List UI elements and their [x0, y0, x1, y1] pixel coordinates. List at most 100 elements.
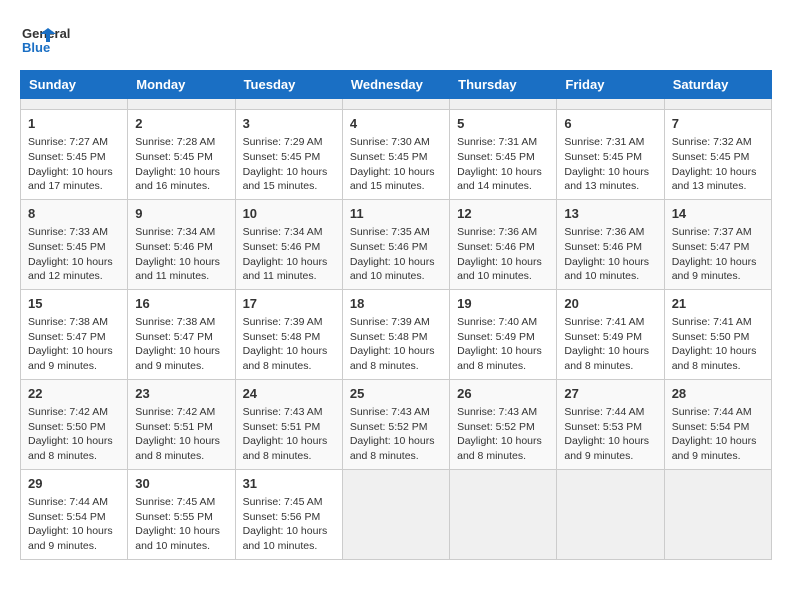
day-number: 28: [672, 385, 764, 403]
calendar-cell: [450, 469, 557, 559]
calendar-cell: 30Sunrise: 7:45 AMSunset: 5:55 PMDayligh…: [128, 469, 235, 559]
day-number: 26: [457, 385, 549, 403]
day-number: 1: [28, 115, 120, 133]
week-row-4: 22 Sunrise: 7:42 AMSunset: 5:50 PMDayligh…: [21, 379, 772, 469]
day-number: 20: [564, 295, 656, 313]
calendar-cell: 1Sunrise: 7:27 AMSunset: 5:45 PMDaylight…: [21, 110, 128, 200]
day-number: 27: [564, 385, 656, 403]
calendar-cell: 7Sunrise: 7:32 AMSunset: 5:45 PMDaylight…: [664, 110, 771, 200]
day-number: 29: [28, 475, 120, 493]
week-row-0: [21, 99, 772, 110]
week-row-1: 1Sunrise: 7:27 AMSunset: 5:45 PMDaylight…: [21, 110, 772, 200]
day-number: 17: [243, 295, 335, 313]
calendar-cell: 8Sunrise: 7:33 AMSunset: 5:45 PMDaylight…: [21, 199, 128, 289]
calendar-cell: 4Sunrise: 7:30 AMSunset: 5:45 PMDaylight…: [342, 110, 449, 200]
calendar-cell: 11Sunrise: 7:35 AMSunset: 5:46 PMDayligh…: [342, 199, 449, 289]
day-info: Sunrise: 7:43 AMSunset: 5:51 PMDaylight:…: [243, 405, 335, 464]
logo: General Blue: [20, 20, 100, 60]
header-day-sunday: Sunday: [21, 71, 128, 99]
day-number: 12: [457, 205, 549, 223]
day-info: Sunrise: 7:37 AMSunset: 5:47 PMDaylight:…: [672, 225, 764, 284]
calendar-cell: [21, 99, 128, 110]
day-info: Sunrise: 7:31 AMSunset: 5:45 PMDaylight:…: [564, 135, 656, 194]
day-number: 18: [350, 295, 442, 313]
header-day-thursday: Thursday: [450, 71, 557, 99]
day-number: 10: [243, 205, 335, 223]
calendar-cell: 20 Sunrise: 7:41 AMSunset: 5:49 PMDayligh…: [557, 289, 664, 379]
logo-icon: General Blue: [20, 20, 100, 60]
svg-text:Blue: Blue: [22, 40, 50, 55]
day-number: 2: [135, 115, 227, 133]
calendar-cell: 5Sunrise: 7:31 AMSunset: 5:45 PMDaylight…: [450, 110, 557, 200]
calendar-cell: 19Sunrise: 7:40 AMSunset: 5:49 PMDayligh…: [450, 289, 557, 379]
calendar-cell: 12 Sunrise: 7:36 AMSunset: 5:46 PMDayligh…: [450, 199, 557, 289]
day-info: Sunrise: 7:44 AMSunset: 5:54 PMDaylight:…: [672, 405, 764, 464]
day-info: Sunrise: 7:42 AMSunset: 5:50 PMDaylight:…: [28, 405, 120, 464]
calendar-cell: [664, 99, 771, 110]
calendar-cell: [664, 469, 771, 559]
day-number: 22: [28, 385, 120, 403]
calendar-cell: 31 Sunrise: 7:45 AMSunset: 5:56 PMDayligh…: [235, 469, 342, 559]
day-number: 8: [28, 205, 120, 223]
calendar-cell: 17Sunrise: 7:39 AMSunset: 5:48 PMDayligh…: [235, 289, 342, 379]
week-row-2: 8Sunrise: 7:33 AMSunset: 5:45 PMDaylight…: [21, 199, 772, 289]
day-info: Sunrise: 7:28 AMSunset: 5:45 PMDaylight:…: [135, 135, 227, 194]
calendar-table: SundayMondayTuesdayWednesdayThursdayFrid…: [20, 70, 772, 560]
day-info: Sunrise: 7:34 AMSunset: 5:46 PMDaylight:…: [243, 225, 335, 284]
header-day-wednesday: Wednesday: [342, 71, 449, 99]
week-row-5: 29Sunrise: 7:44 AMSunset: 5:54 PMDayligh…: [21, 469, 772, 559]
day-info: Sunrise: 7:36 AMSunset: 5:46 PMDaylight:…: [457, 225, 549, 284]
day-info: Sunrise: 7:38 AMSunset: 5:47 PMDaylight:…: [28, 315, 120, 374]
day-number: 31: [243, 475, 335, 493]
calendar-cell: [557, 99, 664, 110]
day-number: 13: [564, 205, 656, 223]
day-info: Sunrise: 7:38 AMSunset: 5:47 PMDaylight:…: [135, 315, 227, 374]
day-number: 21: [672, 295, 764, 313]
week-row-3: 15 Sunrise: 7:38 AMSunset: 5:47 PMDayligh…: [21, 289, 772, 379]
calendar-cell: 29Sunrise: 7:44 AMSunset: 5:54 PMDayligh…: [21, 469, 128, 559]
calendar-cell: 25Sunrise: 7:43 AMSunset: 5:52 PMDayligh…: [342, 379, 449, 469]
header-day-monday: Monday: [128, 71, 235, 99]
day-number: 14: [672, 205, 764, 223]
day-number: 7: [672, 115, 764, 133]
day-info: Sunrise: 7:43 AMSunset: 5:52 PMDaylight:…: [350, 405, 442, 464]
day-number: 9: [135, 205, 227, 223]
day-info: Sunrise: 7:35 AMSunset: 5:46 PMDaylight:…: [350, 225, 442, 284]
day-info: Sunrise: 7:39 AMSunset: 5:48 PMDaylight:…: [350, 315, 442, 374]
calendar-cell: 10 Sunrise: 7:34 AMSunset: 5:46 PMDayligh…: [235, 199, 342, 289]
calendar-cell: 3 Sunrise: 7:29 AMSunset: 5:45 PMDaylight…: [235, 110, 342, 200]
header-row: SundayMondayTuesdayWednesdayThursdayFrid…: [21, 71, 772, 99]
header-day-tuesday: Tuesday: [235, 71, 342, 99]
calendar-cell: 13 Sunrise: 7:36 AMSunset: 5:46 PMDayligh…: [557, 199, 664, 289]
calendar-cell: 28 Sunrise: 7:44 AMSunset: 5:54 PMDayligh…: [664, 379, 771, 469]
calendar-cell: [557, 469, 664, 559]
calendar-cell: 16 Sunrise: 7:38 AMSunset: 5:47 PMDayligh…: [128, 289, 235, 379]
header-day-friday: Friday: [557, 71, 664, 99]
day-number: 19: [457, 295, 549, 313]
calendar-cell: 21Sunrise: 7:41 AMSunset: 5:50 PMDayligh…: [664, 289, 771, 379]
day-number: 15: [28, 295, 120, 313]
day-number: 3: [243, 115, 335, 133]
calendar-cell: 15 Sunrise: 7:38 AMSunset: 5:47 PMDayligh…: [21, 289, 128, 379]
page-header: General Blue: [20, 20, 772, 60]
day-info: Sunrise: 7:44 AMSunset: 5:53 PMDaylight:…: [564, 405, 656, 464]
calendar-cell: 22 Sunrise: 7:42 AMSunset: 5:50 PMDayligh…: [21, 379, 128, 469]
calendar-cell: [235, 99, 342, 110]
day-info: Sunrise: 7:45 AMSunset: 5:56 PMDaylight:…: [243, 495, 335, 554]
day-number: 23: [135, 385, 227, 403]
day-info: Sunrise: 7:36 AMSunset: 5:46 PMDaylight:…: [564, 225, 656, 284]
calendar-cell: 24 Sunrise: 7:43 AMSunset: 5:51 PMDayligh…: [235, 379, 342, 469]
calendar-cell: [450, 99, 557, 110]
day-number: 24: [243, 385, 335, 403]
day-number: 5: [457, 115, 549, 133]
day-info: Sunrise: 7:29 AMSunset: 5:45 PMDaylight:…: [243, 135, 335, 194]
day-info: Sunrise: 7:42 AMSunset: 5:51 PMDaylight:…: [135, 405, 227, 464]
day-info: Sunrise: 7:41 AMSunset: 5:49 PMDaylight:…: [564, 315, 656, 374]
calendar-cell: [342, 469, 449, 559]
day-info: Sunrise: 7:34 AMSunset: 5:46 PMDaylight:…: [135, 225, 227, 284]
calendar-cell: [128, 99, 235, 110]
day-info: Sunrise: 7:30 AMSunset: 5:45 PMDaylight:…: [350, 135, 442, 194]
calendar-cell: 6Sunrise: 7:31 AMSunset: 5:45 PMDaylight…: [557, 110, 664, 200]
calendar-cell: 18 Sunrise: 7:39 AMSunset: 5:48 PMDayligh…: [342, 289, 449, 379]
day-number: 16: [135, 295, 227, 313]
